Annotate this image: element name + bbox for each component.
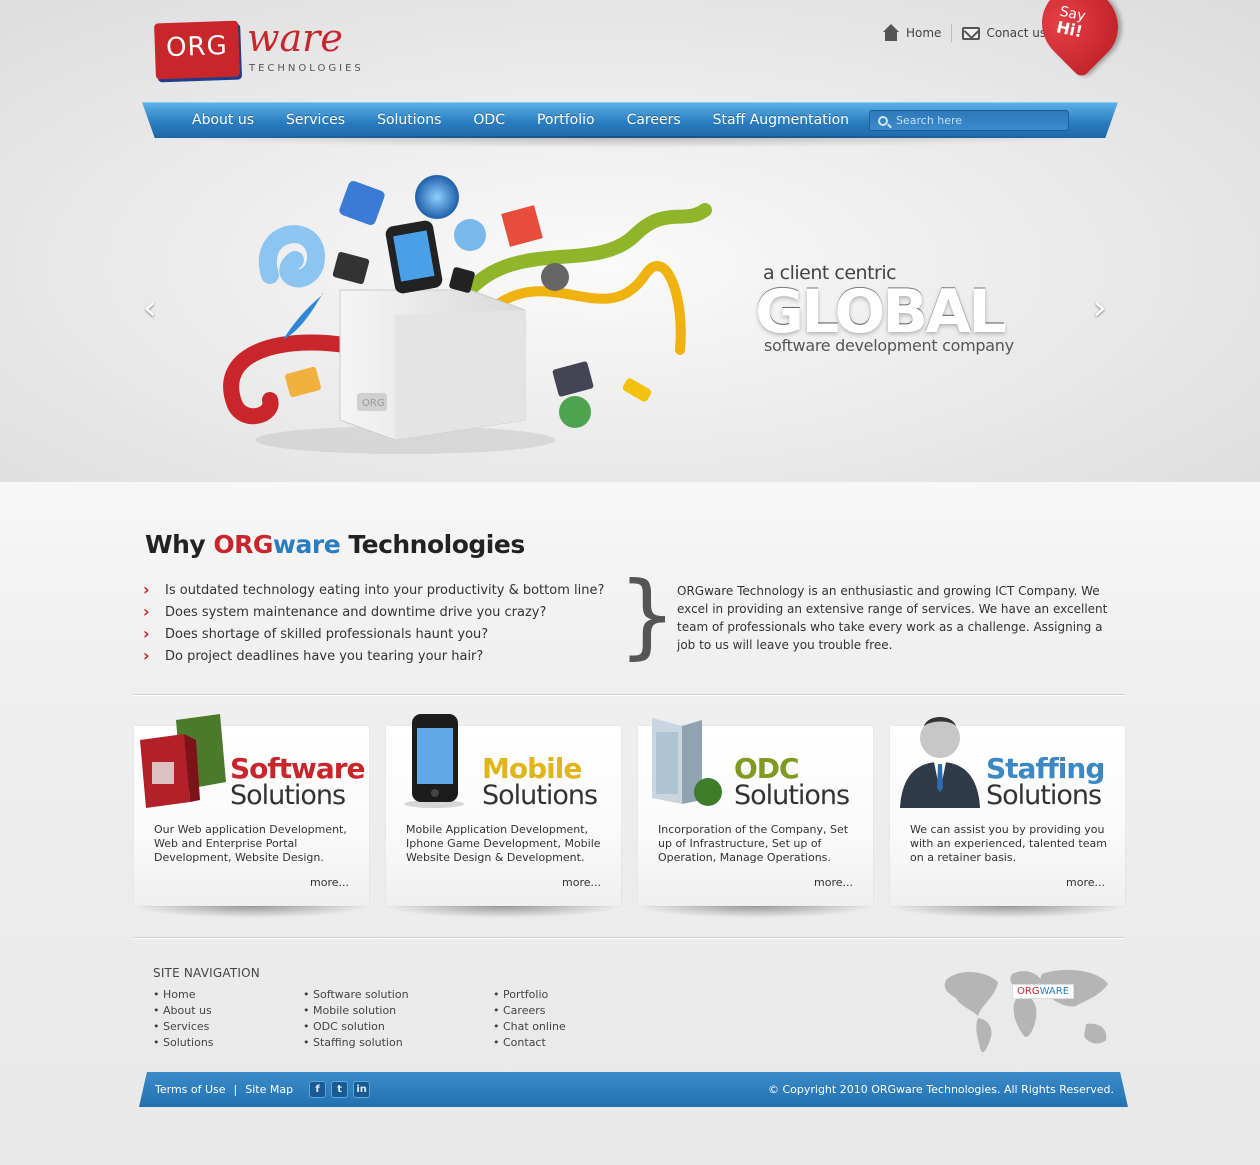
terminal-icon [332, 251, 370, 285]
service-card-subtitle: Solutions [734, 780, 850, 811]
service-card-description: Our Web application Development, Web and… [154, 823, 347, 864]
nav-staff-augmentation[interactable]: Staff Augmentation [697, 112, 865, 128]
footer-nav-column-3: Portfolio Careers Chat online Contact [493, 987, 566, 1051]
slider-next-arrow[interactable]: › [1093, 291, 1117, 325]
search-input[interactable] [896, 114, 1066, 127]
nav-services[interactable]: Services [270, 112, 361, 128]
service-card-more-link[interactable]: more... [814, 876, 853, 889]
logo-ware-text: ware [247, 16, 343, 60]
film-icon [552, 361, 594, 397]
footer-bar-links: Terms of Use | Site Map f t in [155, 1072, 371, 1107]
service-card-description: Mobile Application Development, Iphone G… [406, 823, 601, 864]
top-link-home[interactable]: Home [872, 24, 951, 42]
service-card-software[interactable]: Software Solutions Our Web application D… [134, 714, 369, 906]
card-shadow [134, 906, 369, 918]
nav-solutions[interactable]: Solutions [361, 112, 457, 128]
list-item: Do project deadlines have you tearing yo… [143, 645, 604, 668]
nav-odc[interactable]: ODC [457, 112, 521, 128]
footer-link-portfolio[interactable]: Portfolio [493, 987, 566, 1003]
service-card-odc[interactable]: ODC Solutions Incorporation of the Compa… [638, 718, 873, 906]
facebook-icon[interactable]: f [309, 1081, 327, 1098]
email-icon [454, 219, 486, 251]
footer-nav-column-2: Software solution Mobile solution ODC so… [303, 987, 409, 1051]
service-card-description: We can assist you by providing you with … [910, 823, 1107, 864]
footer-link-contact[interactable]: Contact [493, 1035, 566, 1051]
slider-prev-arrow[interactable]: ‹ [143, 291, 167, 325]
windows-logo-icon [501, 205, 543, 247]
smartphone-icon [404, 714, 464, 808]
product-box-icon [140, 714, 226, 808]
earth-icon [559, 396, 591, 428]
service-card-mobile[interactable]: Mobile Solutions Mobile Application Deve… [386, 714, 621, 906]
service-card-staffing[interactable]: Staffing Solutions We can assist you by … [890, 717, 1125, 906]
footer-link-about-us[interactable]: About us [153, 1003, 214, 1019]
tools-icon [285, 366, 321, 398]
list-item: Does system maintenance and downtime dri… [143, 601, 604, 624]
footer-link-mobile-solution[interactable]: Mobile solution [303, 1003, 409, 1019]
footer-link-odc-solution[interactable]: ODC solution [303, 1019, 409, 1035]
logo-tagline: TECHNOLOGIES [249, 63, 364, 74]
footer-link-home[interactable]: Home [153, 987, 214, 1003]
main-nav: About us Services Solutions ODC Portfoli… [176, 102, 865, 138]
why-description: ORGware Technology is an enthusiastic an… [677, 584, 1108, 652]
service-card-description: Incorporation of the Company, Set up of … [658, 823, 849, 864]
nav-portfolio[interactable]: Portfolio [521, 112, 611, 128]
blue-ribbon [258, 225, 325, 288]
businessman-icon [541, 263, 569, 291]
linkedin-icon[interactable]: in [353, 1081, 371, 1098]
map-orgware-badge: ORGWARE [1012, 984, 1075, 999]
white-box-side [395, 310, 525, 440]
footer-link-solutions[interactable]: Solutions [153, 1035, 214, 1051]
site-map-link[interactable]: Site Map [245, 1083, 293, 1096]
finder-icon [339, 180, 385, 226]
businessman-icon [900, 717, 980, 808]
footer-link-chat-online[interactable]: Chat online [493, 1019, 566, 1035]
world-map-icon [944, 969, 1108, 1053]
service-card-subtitle: Solutions [230, 780, 346, 811]
social-links: f t in [309, 1081, 371, 1098]
section-divider [134, 694, 1125, 695]
logo-org-box: ORG [154, 20, 240, 80]
list-item: Is outdated technology eating into your … [143, 579, 604, 602]
service-card-subtitle: Solutions [482, 780, 598, 811]
service-card-more-link[interactable]: more... [562, 876, 601, 889]
feather-icon [283, 293, 324, 340]
search-box[interactable] [869, 110, 1069, 131]
footer-separator: | [233, 1083, 238, 1096]
top-links: Home Conact us [872, 20, 1056, 46]
terms-of-use-link[interactable]: Terms of Use [155, 1083, 226, 1096]
section-divider [134, 937, 1125, 938]
copyright-text: © Copyright 2010 ORGware Technologies. A… [767, 1083, 1114, 1096]
card-shadow [386, 906, 621, 918]
nav-about-us[interactable]: About us [176, 112, 270, 128]
globe-icon [415, 175, 459, 219]
box-label: ORG [362, 398, 385, 409]
why-title: Why ORGware Technologies [145, 530, 525, 559]
site-logo[interactable]: ORG ware TECHNOLOGIES [154, 16, 365, 82]
nav-careers[interactable]: Careers [611, 112, 697, 128]
service-card-more-link[interactable]: more... [1066, 876, 1105, 889]
footer-nav-column-1: Home About us Services Solutions [153, 987, 214, 1051]
curly-brace: } [618, 562, 677, 669]
key-icon [622, 378, 652, 402]
footer-link-staffing-solution[interactable]: Staffing solution [303, 1035, 409, 1051]
mail-icon [962, 26, 981, 40]
hero-illustration: ORG [223, 175, 712, 454]
footer-link-services[interactable]: Services [153, 1019, 214, 1035]
twitter-icon[interactable]: t [331, 1081, 349, 1098]
home-icon [882, 24, 900, 42]
service-card-more-link[interactable]: more... [310, 876, 349, 889]
site-navigation-title: SITE NAVIGATION [153, 966, 260, 980]
office-building-icon [652, 718, 722, 806]
search-icon[interactable] [878, 115, 888, 126]
card-shadow [638, 906, 873, 918]
footer-link-software-solution[interactable]: Software solution [303, 987, 409, 1003]
hero-tagline-sub: software development company [764, 336, 1014, 355]
top-link-contact[interactable]: Conact us [952, 26, 1056, 40]
footer-link-careers[interactable]: Careers [493, 1003, 566, 1019]
service-card-subtitle: Solutions [986, 780, 1102, 811]
card-shadow [890, 906, 1125, 918]
list-item: Does shortage of skilled professionals h… [143, 623, 604, 646]
why-question-list: Is outdated technology eating into your … [143, 579, 604, 668]
